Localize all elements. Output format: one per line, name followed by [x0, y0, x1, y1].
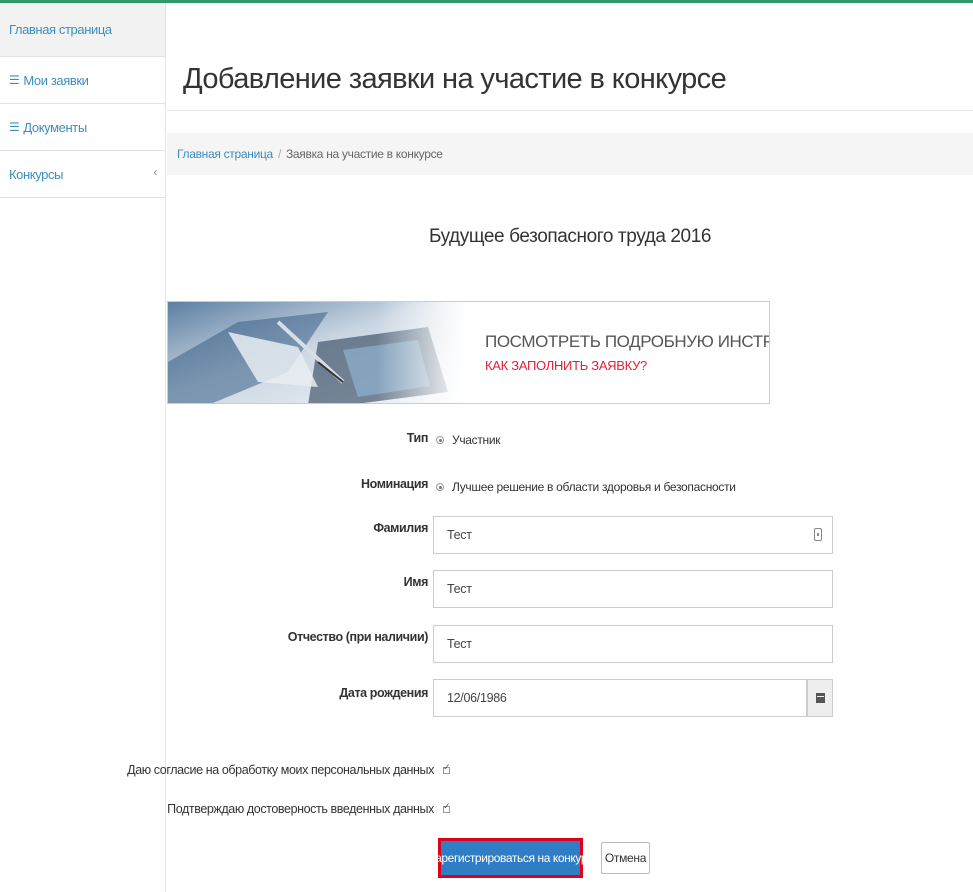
first-name-value: Тест	[447, 582, 472, 596]
instruction-banner[interactable]: ПОСМОТРЕТЬ ПОДРОБНУЮ ИНСТРУКЦИЮ КАК ЗАПО…	[167, 301, 770, 404]
last-name-value: Тест	[447, 528, 472, 542]
patronymic-label: Отчество (при наличии)	[287, 630, 429, 644]
nomination-label: Номинация	[361, 477, 428, 491]
confirm-label: Подтверждаю достоверность введенных данн…	[167, 802, 434, 816]
nomination-option-label: Лучшее решение в области здоровья и безо…	[452, 480, 736, 494]
sidebar-item-label: Документы	[23, 119, 87, 135]
sidebar-item-documents[interactable]: ☰ Документы	[0, 104, 165, 151]
sidebar: Главная страница ☰ Мои заявки ☰ Документ…	[0, 3, 166, 892]
breadcrumb-current: Заявка на участие в конкурсе	[285, 147, 443, 161]
chevron-left-icon: ‹	[153, 165, 157, 179]
banner-photo-image	[168, 302, 466, 403]
patronymic-input[interactable]: Тест	[433, 625, 833, 663]
birth-date-label: Дата рождения	[339, 686, 428, 700]
radio-selected-icon[interactable]	[436, 436, 444, 444]
cancel-button[interactable]: Отмена	[601, 842, 650, 874]
first-name-input[interactable]: Тест	[433, 570, 833, 608]
birth-date-value: 12/06/1986	[447, 691, 507, 705]
breadcrumb-home-link[interactable]: Главная страница	[177, 147, 273, 161]
breadcrumb: Главная страница / Заявка на участие в к…	[167, 133, 973, 175]
calendar-icon	[815, 693, 825, 703]
first-name-label: Имя	[403, 575, 429, 589]
sidebar-item-label: Конкурсы	[9, 166, 64, 182]
confirm-checkbox[interactable]	[443, 802, 451, 813]
consent-label: Даю согласие на обработку моих персональ…	[127, 763, 434, 777]
title-divider	[167, 110, 973, 111]
banner-sub-text: КАК ЗАПОЛНИТЬ ЗАЯВКУ?	[485, 358, 647, 373]
list-icon: ☰	[9, 120, 20, 134]
list-icon: ☰	[9, 73, 20, 87]
type-label: Тип	[406, 431, 429, 445]
page-title: Добавление заявки на участие в конкурсе	[183, 63, 727, 95]
type-radio-option[interactable]: Участник	[436, 433, 501, 447]
nomination-radio-option[interactable]: Лучшее решение в области здоровья и безо…	[436, 480, 736, 494]
birth-date-input[interactable]: 12/06/1986	[433, 679, 807, 717]
last-name-input[interactable]: Тест	[433, 516, 833, 554]
sidebar-item-home[interactable]: Главная страница	[0, 3, 165, 57]
calendar-button[interactable]	[807, 679, 833, 717]
register-button[interactable]: Зарегистрироваться на конкурс	[428, 838, 593, 878]
contest-title: Будущее безопасного труда 2016	[428, 226, 712, 247]
sidebar-item-contests[interactable]: Конкурсы ‹	[0, 151, 165, 198]
type-option-label: Участник	[452, 433, 501, 447]
radio-selected-icon[interactable]	[436, 483, 444, 491]
breadcrumb-separator: /	[277, 147, 281, 161]
consent-checkbox[interactable]	[443, 763, 451, 774]
autofill-key-icon[interactable]	[814, 528, 822, 541]
last-name-label: Фамилия	[373, 521, 428, 535]
sidebar-item-label: Главная страница	[9, 22, 112, 37]
sidebar-item-my-applications[interactable]: ☰ Мои заявки	[0, 57, 165, 104]
patronymic-value: Тест	[447, 637, 472, 651]
sidebar-item-label: Мои заявки	[23, 72, 89, 88]
main-content: Добавление заявки на участие в конкурсе …	[127, 3, 973, 892]
banner-main-text: ПОСМОТРЕТЬ ПОДРОБНУЮ ИНСТРУКЦИЮ	[485, 332, 770, 351]
